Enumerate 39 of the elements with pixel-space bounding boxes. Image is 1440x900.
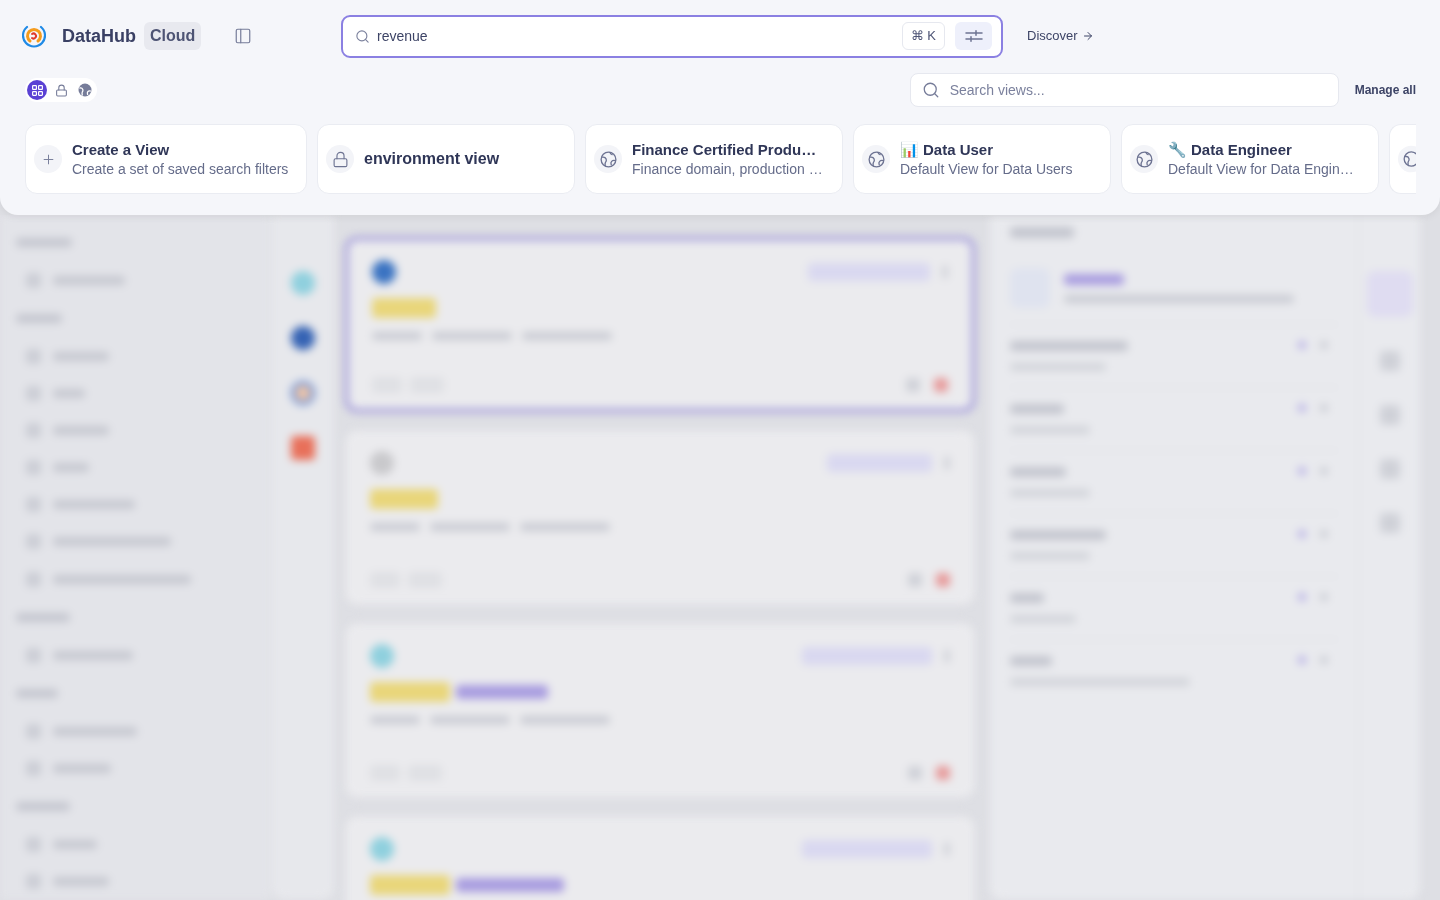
- view-card[interactable]: [1389, 124, 1416, 194]
- panel-left-icon: [234, 27, 253, 45]
- view-description: Finance domain, production …: [632, 159, 823, 179]
- view-card[interactable]: 🔧 Data Engineer Default View for Data Engin…: [1121, 124, 1379, 194]
- globe-icon: [862, 145, 890, 173]
- brand-name: DataHub: [62, 24, 136, 48]
- globe-icon: [1130, 145, 1158, 173]
- arrow-right-icon: [1081, 30, 1094, 42]
- sliders-icon: [964, 29, 983, 42]
- view-title: Data User: [923, 139, 994, 160]
- plus-icon: [34, 145, 62, 173]
- logo-icon: [22, 23, 46, 49]
- view-card[interactable]: Create a View Create a set of saved search filters: [25, 124, 307, 194]
- emoji-icon: 🔧: [1168, 139, 1187, 160]
- grid-icon: [30, 83, 44, 97]
- lock-icon: [326, 145, 354, 173]
- view-card[interactable]: Finance Certified Produ… Finance domain, production …: [585, 124, 843, 194]
- view-filter-tab[interactable]: [27, 80, 47, 100]
- search-icon: [921, 81, 940, 99]
- manage-all-link[interactable]: Manage all: [1354, 81, 1416, 99]
- view-description: Default View for Data Users: [900, 159, 1073, 179]
- search-icon: [355, 28, 370, 44]
- search-views-field[interactable]: Search views...: [909, 73, 1339, 107]
- view-title: Finance Certified Produ…: [632, 139, 817, 160]
- view-title: environment view: [364, 149, 500, 169]
- view-card[interactable]: environment view: [317, 124, 575, 194]
- globe-icon: [1398, 145, 1416, 173]
- view-title: Data Engineer: [1191, 139, 1292, 160]
- view-description: Default View for Data Engin…: [1168, 159, 1354, 179]
- emoji-icon: 📊: [900, 139, 919, 160]
- globe-icon: [78, 83, 92, 97]
- view-card[interactable]: 📊 Data User Default View for Data Users: [853, 124, 1111, 194]
- view-description: Create a set of saved search filters: [72, 159, 289, 179]
- globe-icon: [594, 145, 622, 173]
- discover-link[interactable]: Discover: [1027, 26, 1094, 46]
- lock-icon: [54, 83, 68, 97]
- edition-label: Cloud: [144, 22, 202, 50]
- filters-button[interactable]: [955, 21, 992, 50]
- view-title: Create a View: [72, 139, 170, 160]
